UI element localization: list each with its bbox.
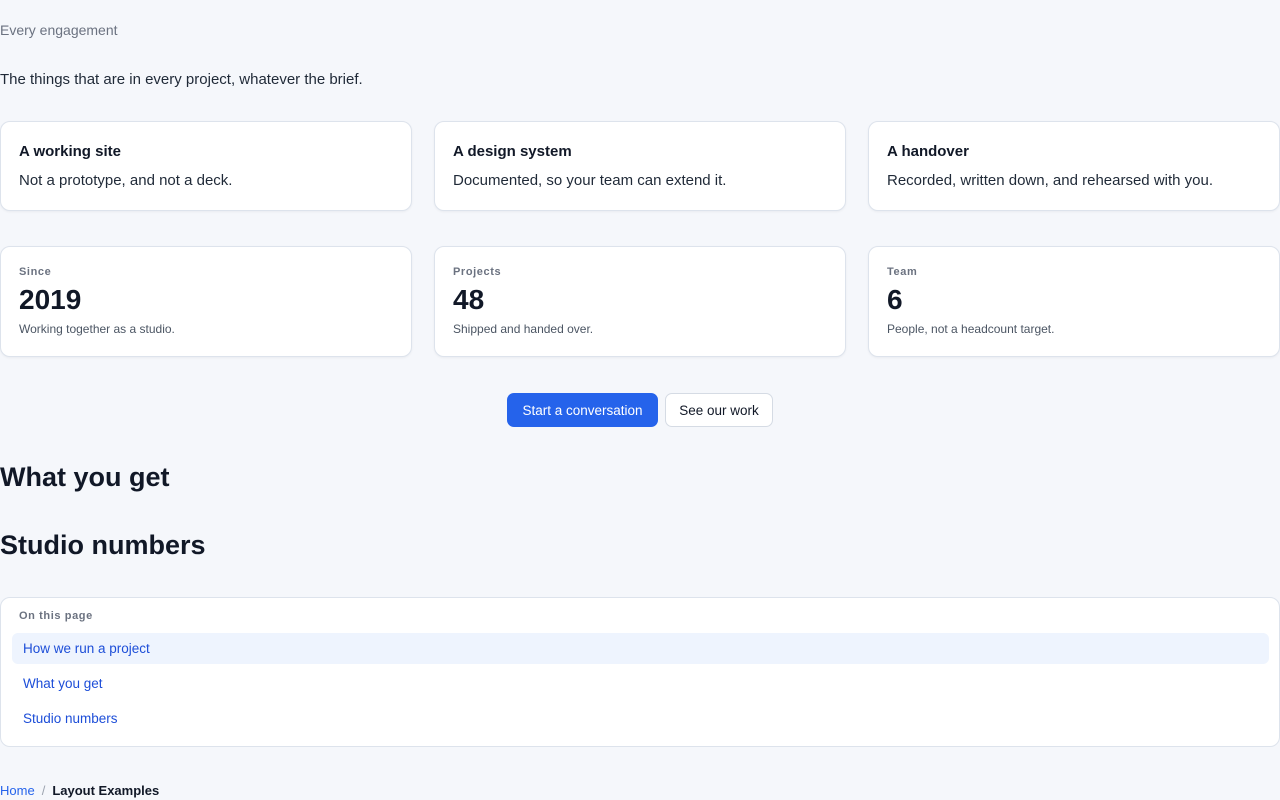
toc-heading: On this page [19,610,93,622]
stat-label: Team [887,266,918,278]
stat-value: 6 [887,284,903,315]
feature-description: Documented, so your team can extend it. [453,172,727,189]
feature-title: A handover [887,143,969,160]
section-eyebrow: Every engagement [0,22,118,38]
toc-link-studio-numbers[interactable]: Studio numbers [12,703,1269,734]
toc-link-how-we-run-a-project[interactable]: How we run a project [12,633,1269,664]
feature-description: Recorded, written down, and rehearsed wi… [887,172,1214,189]
feature-title: A working site [19,143,121,160]
stat-card-since: Since 2019 Working together as a studio. [0,246,412,357]
section-lede: The things that are in every project, wh… [0,71,363,88]
stat-label: Since [19,266,52,278]
stat-value: 48 [453,284,485,315]
stat-note: People, not a headcount target. [887,322,1055,336]
toc-link-what-you-get[interactable]: What you get [12,668,1269,699]
feature-card-design-system: A design system Documented, so your team… [434,121,846,211]
feature-description: Not a prototype, and not a deck. [19,172,233,189]
feature-card-handover: A handover Recorded, written down, and r… [868,121,1280,211]
feature-card-working-site: A working site Not a prototype, and not … [0,121,412,211]
stat-note: Working together as a studio. [19,322,175,336]
see-our-work-button[interactable]: See our work [665,393,773,427]
stat-card-projects: Projects 48 Shipped and handed over. [434,246,846,357]
section-heading-studio-numbers: Studio numbers [0,530,206,560]
start-conversation-button[interactable]: Start a conversation [507,393,658,427]
stat-card-team: Team 6 People, not a headcount target. [868,246,1280,357]
feature-title: A design system [453,143,572,160]
breadcrumb: Home / Layout Examples [0,783,159,798]
stat-note: Shipped and handed over. [453,322,594,336]
breadcrumb-current-page: Layout Examples [52,783,160,798]
stat-value: 2019 [19,284,82,315]
on-this-page-nav: On this page How we run a project What y… [0,597,1280,747]
breadcrumb-home-link[interactable]: Home [0,783,35,798]
stat-label: Projects [453,266,502,278]
breadcrumb-separator: / [41,783,46,798]
section-heading-what-you-get: What you get [0,462,170,492]
